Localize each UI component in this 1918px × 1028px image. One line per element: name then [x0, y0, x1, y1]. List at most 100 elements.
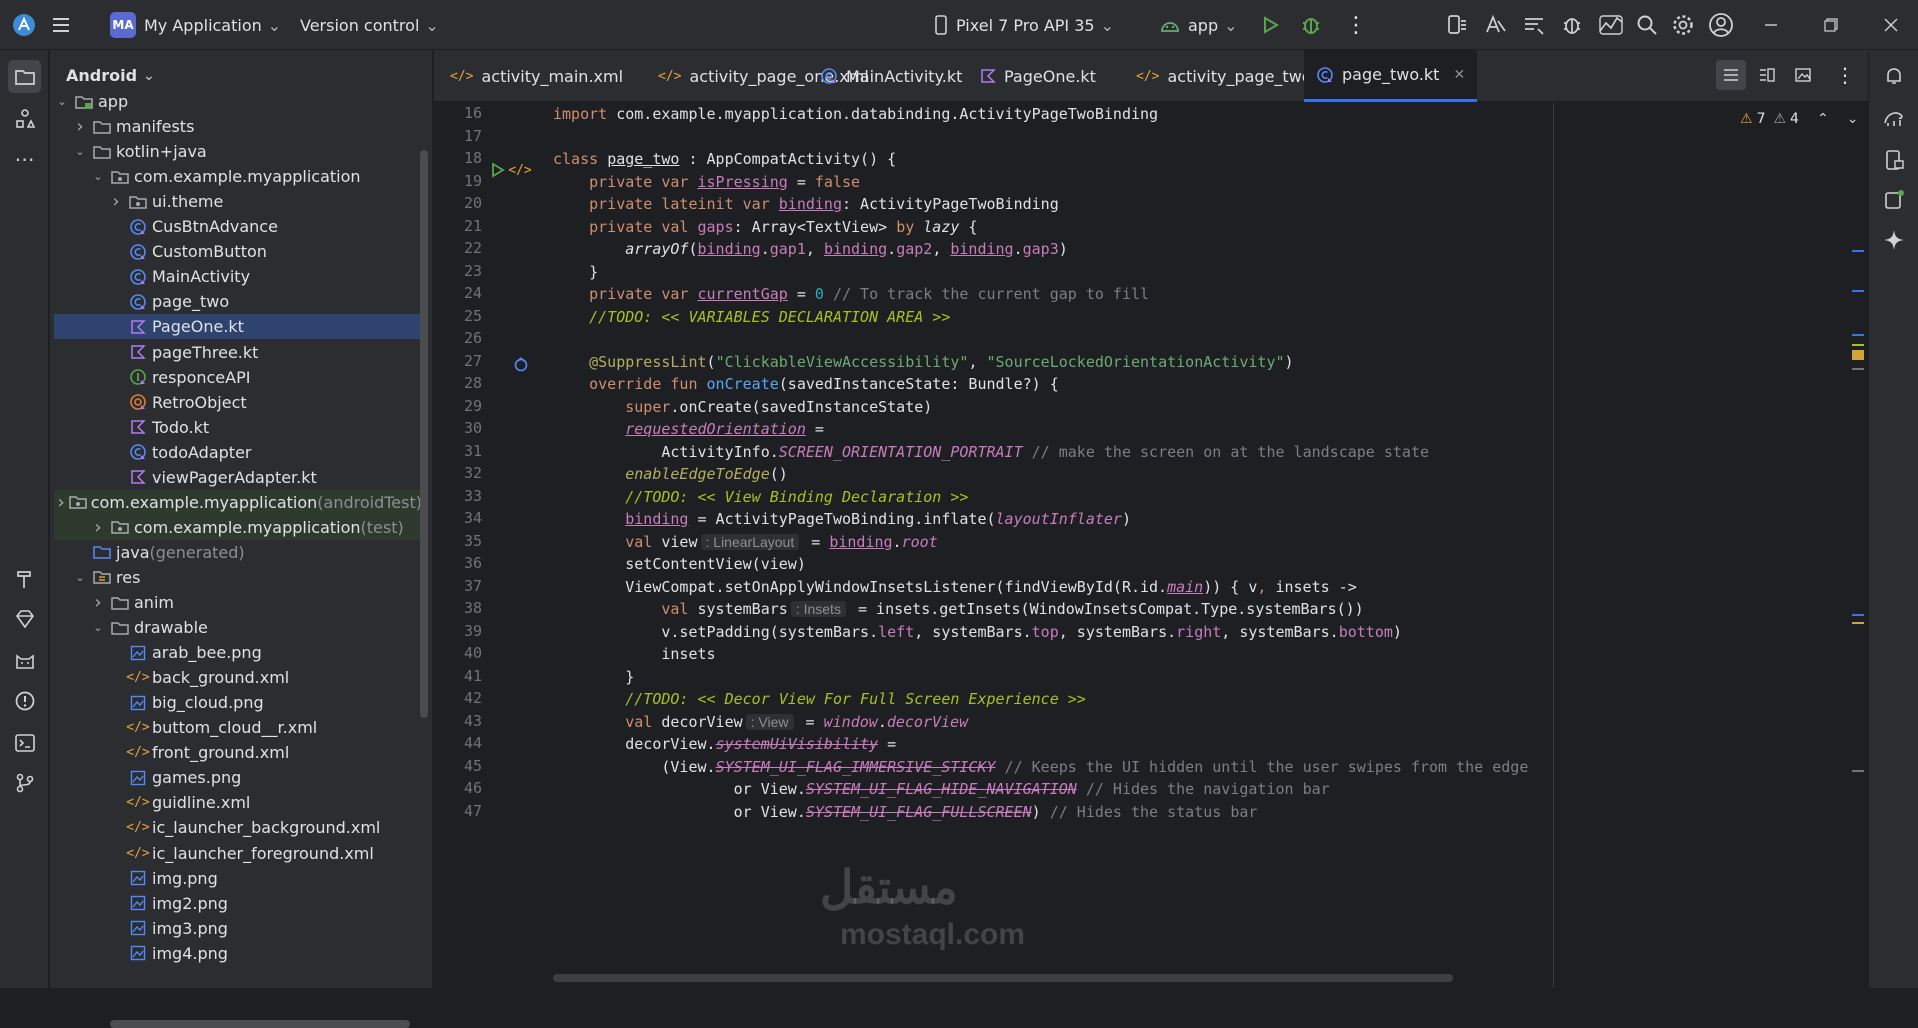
- tree-item[interactable]: › com.example.myapplication (androidTest): [54, 489, 422, 515]
- tree-item[interactable]: img2.png: [54, 891, 422, 916]
- tree-item[interactable]: </> front_ground.xml: [54, 740, 422, 765]
- gemini-sparkle-icon[interactable]: [1878, 224, 1910, 256]
- device-file-explorer-icon[interactable]: [1878, 144, 1910, 176]
- version-control-menu[interactable]: Version control ⌄: [300, 0, 439, 50]
- code-line[interactable]: class page_two : AppCompatActivity() {: [553, 148, 896, 170]
- account-icon[interactable]: [1708, 0, 1734, 50]
- stripe-marker[interactable]: [1852, 368, 1864, 370]
- run-gutter-icon[interactable]: [488, 161, 506, 179]
- tree-item[interactable]: pageThree.kt: [54, 340, 422, 365]
- android-studio-logo-icon[interactable]: [12, 0, 36, 50]
- editor-tab[interactable]: page_two.kt ✕: [1304, 50, 1478, 102]
- override-gutter-icon[interactable]: [512, 356, 530, 374]
- editor-tab[interactable]: PageOne.kt: [968, 50, 1108, 102]
- restore-window-icon[interactable]: [1824, 0, 1838, 50]
- code-line[interactable]: v.setPadding(systemBars.left, systemBars…: [553, 621, 1402, 643]
- editor-horizontal-scrollbar[interactable]: [553, 974, 1453, 982]
- debug-icon[interactable]: [1300, 0, 1322, 50]
- tree-item[interactable]: java (generated): [54, 540, 422, 565]
- tree-item[interactable]: › ui.theme: [54, 189, 422, 214]
- code-line[interactable]: @SuppressLint("ClickableViewAccessibilit…: [553, 351, 1293, 373]
- more-tool-windows-icon[interactable]: ⋯: [8, 142, 41, 175]
- tree-item[interactable]: PageOne.kt: [54, 314, 422, 340]
- project-selector[interactable]: MA My Application ⌄: [110, 0, 281, 50]
- code-line[interactable]: import com.example.myapplication.databin…: [553, 103, 1158, 125]
- tree-item[interactable]: ⌄ res: [54, 565, 422, 590]
- tree-item[interactable]: › anim: [54, 590, 422, 615]
- code-editor[interactable]: 16 17 18 19 20 21 22 23 24 25 26 27 28 29 30 31 32 33 34 35…: [434, 103, 1868, 988]
- tree-item[interactable]: › manifests: [54, 114, 422, 139]
- code-line[interactable]: private var currentGap = 0 // To track t…: [553, 283, 1149, 305]
- code-line[interactable]: //TODO: << View Binding Declaration >>: [553, 486, 968, 508]
- stripe-marker[interactable]: [1852, 344, 1864, 346]
- device-manager-icon[interactable]: [1445, 0, 1469, 50]
- previous-highlight-chevron-up-icon[interactable]: ⌃: [1817, 111, 1829, 127]
- next-highlight-chevron-down-icon[interactable]: ⌄: [1847, 111, 1859, 127]
- tree-item[interactable]: MainActivity: [54, 264, 422, 289]
- code-line[interactable]: insets: [553, 643, 715, 665]
- design-view-icon[interactable]: [1788, 60, 1818, 90]
- code-line[interactable]: arrayOf(binding.gap1, binding.gap2, bind…: [553, 238, 1068, 260]
- more-actions-icon[interactable]: ⋮: [1345, 0, 1367, 50]
- editor-tab[interactable]: </> activity_main.xml: [438, 50, 635, 102]
- tree-item[interactable]: big_cloud.png: [54, 690, 422, 715]
- expand-arrow-icon[interactable]: ⌄: [54, 95, 70, 108]
- code-line[interactable]: setContentView(view): [553, 553, 806, 575]
- code-line[interactable]: private val gaps: Array<TextView> by laz…: [553, 216, 977, 238]
- tree-item[interactable]: </> guidline.xml: [54, 790, 422, 815]
- main-menu-icon[interactable]: [50, 0, 72, 50]
- expand-arrow-icon[interactable]: ⌄: [72, 571, 88, 584]
- code-line[interactable]: requestedOrientation =: [553, 418, 824, 440]
- tree-item[interactable]: ⌄ app: [54, 89, 422, 114]
- device-selector[interactable]: Pixel 7 Pro API 35 ⌄: [934, 0, 1114, 50]
- code-line[interactable]: enableEdgeToEdge(): [553, 463, 788, 485]
- problems-warning-icon[interactable]: [8, 684, 41, 717]
- tree-item[interactable]: responceAPI: [54, 365, 422, 390]
- git-branch-icon[interactable]: [8, 766, 41, 799]
- tree-item[interactable]: img4.png: [54, 941, 422, 966]
- tree-item[interactable]: ⌄ kotlin+java: [54, 139, 422, 164]
- collapse-arrow-icon[interactable]: ›: [90, 592, 106, 613]
- tree-item[interactable]: img3.png: [54, 916, 422, 941]
- code-line[interactable]: override fun onCreate(savedInstanceState…: [553, 373, 1059, 395]
- code-line[interactable]: or View.SYSTEM_UI_FLAG_FULLSCREEN) // Hi…: [553, 801, 1258, 823]
- code-line[interactable]: //TODO: << Decor View For Full Screen Ex…: [553, 688, 1086, 710]
- code-content[interactable]: import com.example.myapplication.databin…: [553, 103, 1853, 988]
- code-line[interactable]: private lateinit var binding: ActivityPa…: [553, 193, 1059, 215]
- collapse-arrow-icon[interactable]: ›: [72, 116, 88, 137]
- tree-item[interactable]: ⌄ com.example.myapplication: [54, 164, 422, 189]
- tree-item[interactable]: ⌄ drawable: [54, 615, 422, 640]
- running-devices-icon[interactable]: [1878, 184, 1910, 216]
- search-icon[interactable]: [1636, 0, 1658, 50]
- stripe-marker[interactable]: [1852, 250, 1864, 252]
- code-view-icon[interactable]: [1716, 60, 1746, 90]
- tree-item[interactable]: › com.example.myapplication (test): [54, 514, 422, 540]
- project-tree-horizontal-scrollbar[interactable]: [110, 1020, 410, 1028]
- split-view-icon[interactable]: [1752, 60, 1782, 90]
- code-line[interactable]: }: [553, 666, 634, 688]
- code-line[interactable]: ViewCompat.setOnApplyWindowInsetsListene…: [553, 576, 1357, 598]
- expand-arrow-icon[interactable]: ⌄: [90, 621, 106, 634]
- tree-item[interactable]: todoAdapter: [54, 440, 422, 465]
- tree-item[interactable]: page_two: [54, 289, 422, 314]
- build-hammer-icon[interactable]: [8, 562, 41, 595]
- tree-item[interactable]: </> back_ground.xml: [54, 665, 422, 690]
- code-line[interactable]: or View.SYSTEM_UI_FLAG_HIDE_NAVIGATION /…: [553, 778, 1330, 800]
- code-line[interactable]: binding = ActivityPageTwoBinding.inflate…: [553, 508, 1131, 530]
- project-view-selector[interactable]: Android ⌄: [66, 66, 155, 85]
- tree-item[interactable]: viewPagerAdapter.kt: [54, 465, 422, 490]
- code-line[interactable]: (View.SYSTEM_UI_FLAG_IMMERSIVE_STICKY //…: [553, 756, 1528, 778]
- run-icon[interactable]: [1260, 0, 1280, 50]
- editor-tab[interactable]: MainActivity.kt: [808, 50, 974, 102]
- collapse-arrow-icon[interactable]: ›: [58, 492, 65, 513]
- layout-xml-gutter-icon[interactable]: </>: [508, 161, 531, 179]
- gradle-icon[interactable]: [1878, 102, 1910, 134]
- minimize-window-icon[interactable]: [1764, 0, 1778, 50]
- resource-manager-icon[interactable]: [8, 102, 41, 135]
- logcat-cat-icon[interactable]: [8, 644, 41, 677]
- tree-item[interactable]: games.png: [54, 765, 422, 790]
- tree-item[interactable]: arab_bee.png: [54, 640, 422, 665]
- terminal-icon[interactable]: [8, 726, 41, 759]
- tree-item[interactable]: CusBtnAdvance: [54, 214, 422, 239]
- stripe-marker[interactable]: [1852, 350, 1864, 360]
